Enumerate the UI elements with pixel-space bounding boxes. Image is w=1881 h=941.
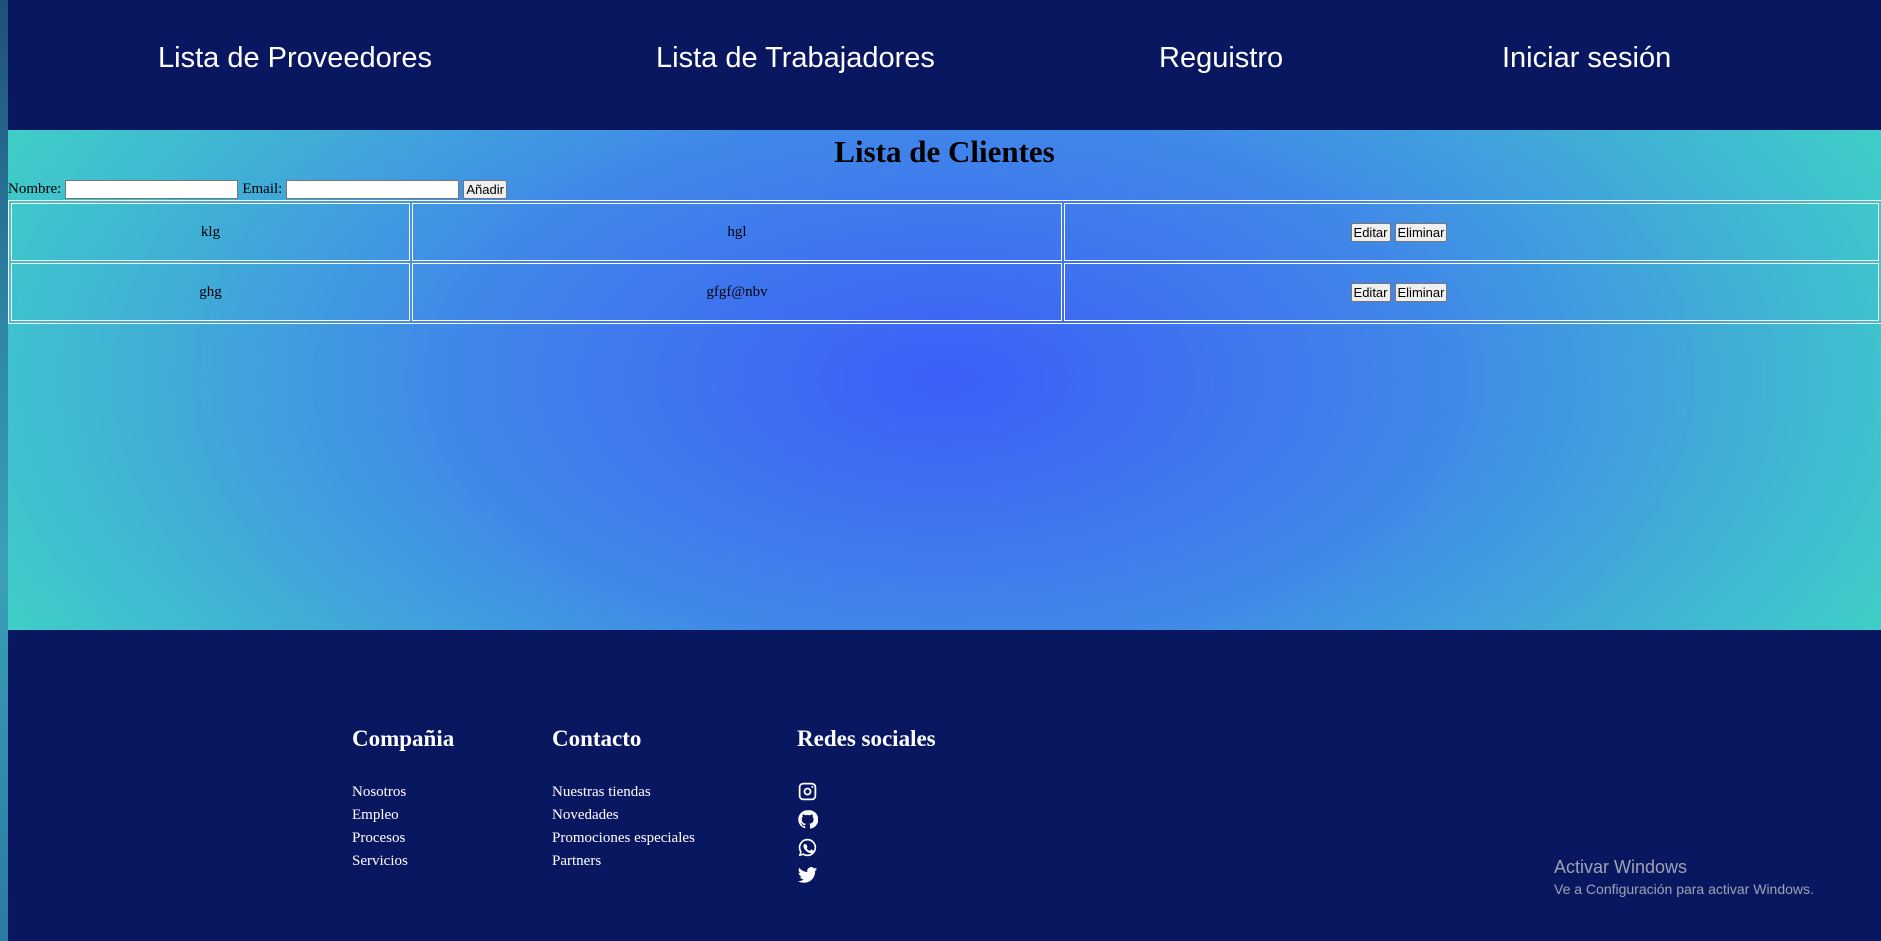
footer-heading-compania: Compañia: [352, 726, 455, 751]
footer-column-redes: Redes sociales: [797, 725, 936, 893]
page-title: Lista de Clientes: [834, 134, 1055, 169]
page: Lista de Proveedores Lista de Trabajador…: [8, 0, 1881, 941]
nav-link-registro[interactable]: Reguistro: [1159, 42, 1283, 75]
top-nav: Lista de Proveedores Lista de Trabajador…: [8, 0, 1881, 130]
email-input[interactable]: [286, 179, 460, 199]
watermark-subtitle: Ve a Configuración para activar Windows.: [1554, 881, 1814, 897]
edit-button[interactable]: Editar: [1350, 222, 1391, 242]
client-name-cell: ghg: [11, 263, 410, 321]
footer-link-empleo[interactable]: Empleo: [352, 807, 399, 823]
footer-link-nosotros[interactable]: Nosotros: [352, 784, 406, 800]
client-name-cell: klg: [11, 203, 410, 261]
whatsapp-icon[interactable]: [797, 837, 818, 866]
edit-button[interactable]: Editar: [1350, 282, 1391, 302]
windows-activation-watermark: Activar Windows Ve a Configuración para …: [1554, 855, 1814, 899]
client-email-cell: hgl: [412, 203, 1062, 261]
footer-heading-redes: Redes sociales: [797, 726, 936, 751]
footer-link-novedades[interactable]: Novedades: [552, 807, 619, 823]
footer-column-contacto: Contacto Nuestras tiendas Novedades Prom…: [552, 725, 695, 873]
table-row: klg hgl Editar Eliminar: [11, 203, 1879, 261]
watermark-title: Activar Windows: [1554, 857, 1688, 877]
nav-link-proveedores[interactable]: Lista de Proveedores: [158, 42, 432, 75]
actions-cell: Editar Eliminar: [1064, 263, 1879, 321]
footer-heading-contacto: Contacto: [552, 726, 642, 751]
main-content: Lista de Clientes Nombre: Email: Añadir …: [8, 130, 1881, 630]
footer-column-compania: Compañia Nosotros Empleo Procesos Servic…: [352, 725, 454, 873]
twitter-icon[interactable]: [797, 865, 818, 894]
add-client-form: Nombre: Email: Añadir: [8, 178, 507, 200]
clients-table: klg hgl Editar Eliminar ghg gfgf@nbv Edi…: [8, 200, 1881, 324]
delete-button[interactable]: Eliminar: [1394, 282, 1448, 302]
footer-link-nuestras-tiendas[interactable]: Nuestras tiendas: [552, 784, 651, 800]
footer-link-promociones[interactable]: Promociones especiales: [552, 830, 695, 846]
nav-link-iniciar-sesion[interactable]: Iniciar sesión: [1502, 42, 1671, 75]
nombre-input[interactable]: [65, 179, 239, 199]
footer-link-servicios[interactable]: Servicios: [352, 853, 408, 869]
nav-link-trabajadores[interactable]: Lista de Trabajadores: [656, 42, 935, 75]
instagram-icon[interactable]: [797, 781, 818, 810]
github-icon[interactable]: [797, 809, 819, 838]
client-email-cell: gfgf@nbv: [412, 263, 1062, 321]
email-label: Email:: [242, 180, 283, 197]
footer-link-procesos[interactable]: Procesos: [352, 830, 405, 846]
actions-cell: Editar Eliminar: [1064, 203, 1879, 261]
footer-link-partners[interactable]: Partners: [552, 853, 601, 869]
delete-button[interactable]: Eliminar: [1394, 222, 1448, 242]
add-button[interactable]: Añadir: [463, 179, 507, 199]
nombre-label: Nombre:: [8, 180, 62, 197]
table-row: ghg gfgf@nbv Editar Eliminar: [11, 263, 1879, 321]
